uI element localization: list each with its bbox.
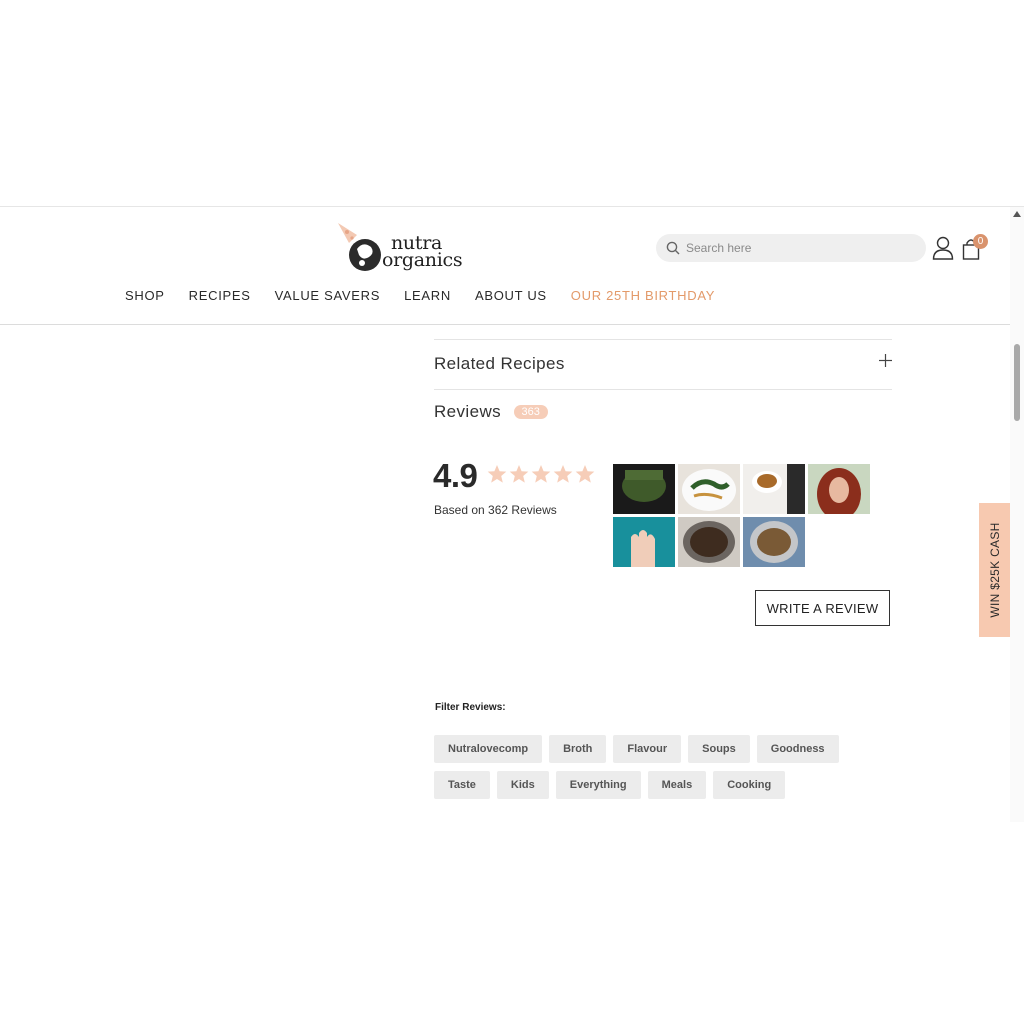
win-cash-label: WIN $25K CASH	[988, 522, 1002, 618]
review-photo[interactable]	[678, 517, 740, 567]
search-input[interactable]	[686, 234, 911, 262]
cart-count-badge: 0	[973, 234, 988, 249]
nav-shop[interactable]: SHOP	[125, 288, 165, 303]
reviews-header: Reviews 363	[434, 402, 548, 422]
scrollbar[interactable]	[1010, 207, 1024, 822]
review-photo[interactable]	[613, 517, 675, 567]
account-icon[interactable]	[932, 236, 954, 260]
filter-tag-meals[interactable]: Meals	[647, 771, 707, 799]
review-photos	[613, 464, 875, 567]
browser-viewport: nutra organics 0 SHOP RECIPES VA	[0, 206, 1024, 822]
write-review-button[interactable]: WRITE A REVIEW	[755, 590, 890, 626]
based-on-reviews: Based on 362 Reviews	[434, 503, 557, 517]
related-recipes-title: Related Recipes	[434, 354, 565, 373]
main-nav: SHOP RECIPES VALUE SAVERS LEARN ABOUT US…	[125, 288, 739, 303]
filter-tag-nutralovecomp[interactable]: Nutralovecomp	[434, 735, 543, 763]
filter-tag-everything[interactable]: Everything	[555, 771, 641, 799]
nav-recipes[interactable]: RECIPES	[189, 288, 251, 303]
search-bar[interactable]	[656, 234, 926, 262]
filter-tags: Nutralovecomp Broth Flavour Soups Goodne…	[434, 735, 894, 799]
star-icon	[575, 465, 595, 483]
review-photo[interactable]	[613, 464, 675, 514]
filter-tag-flavour[interactable]: Flavour	[613, 735, 682, 763]
scrollbar-thumb[interactable]	[1014, 344, 1020, 421]
filter-tag-soups[interactable]: Soups	[688, 735, 750, 763]
nav-about-us[interactable]: ABOUT US	[475, 288, 547, 303]
average-rating: 4.9	[433, 457, 478, 494]
filter-tag-goodness[interactable]: Goodness	[756, 735, 839, 763]
star-icon	[531, 465, 551, 483]
reviews-title: Reviews	[434, 402, 502, 421]
filter-tag-cooking[interactable]: Cooking	[713, 771, 786, 799]
review-photo[interactable]	[743, 517, 805, 567]
filter-reviews-label: Filter Reviews:	[435, 702, 506, 713]
related-recipes-accordion[interactable]: Related Recipes	[434, 339, 892, 390]
logo[interactable]: nutra organics	[335, 221, 485, 275]
reviews-count-badge: 363	[513, 405, 548, 419]
win-cash-side-tab[interactable]: WIN $25K CASH	[979, 503, 1011, 637]
nav-value-savers[interactable]: VALUE SAVERS	[275, 288, 380, 303]
star-icon	[553, 465, 573, 483]
filter-tag-broth[interactable]: Broth	[549, 735, 607, 763]
filter-tag-kids[interactable]: Kids	[496, 771, 549, 799]
star-icon	[509, 465, 529, 483]
nav-25th-birthday[interactable]: OUR 25TH BIRTHDAY	[571, 288, 715, 303]
logo-line-2: organics	[382, 249, 463, 271]
filter-tag-taste[interactable]: Taste	[434, 771, 490, 799]
star-rating	[487, 464, 595, 484]
cart-button[interactable]: 0	[962, 234, 988, 261]
review-photo[interactable]	[808, 464, 870, 514]
scroll-up-arrow-icon[interactable]	[1013, 211, 1021, 217]
star-icon	[487, 465, 507, 483]
review-photo[interactable]	[678, 464, 740, 514]
nav-learn[interactable]: LEARN	[404, 288, 451, 303]
search-icon[interactable]	[666, 241, 680, 255]
review-photo[interactable]	[743, 464, 805, 514]
plus-icon[interactable]	[879, 354, 892, 367]
site-header: nutra organics 0 SHOP RECIPES VA	[0, 207, 1010, 325]
